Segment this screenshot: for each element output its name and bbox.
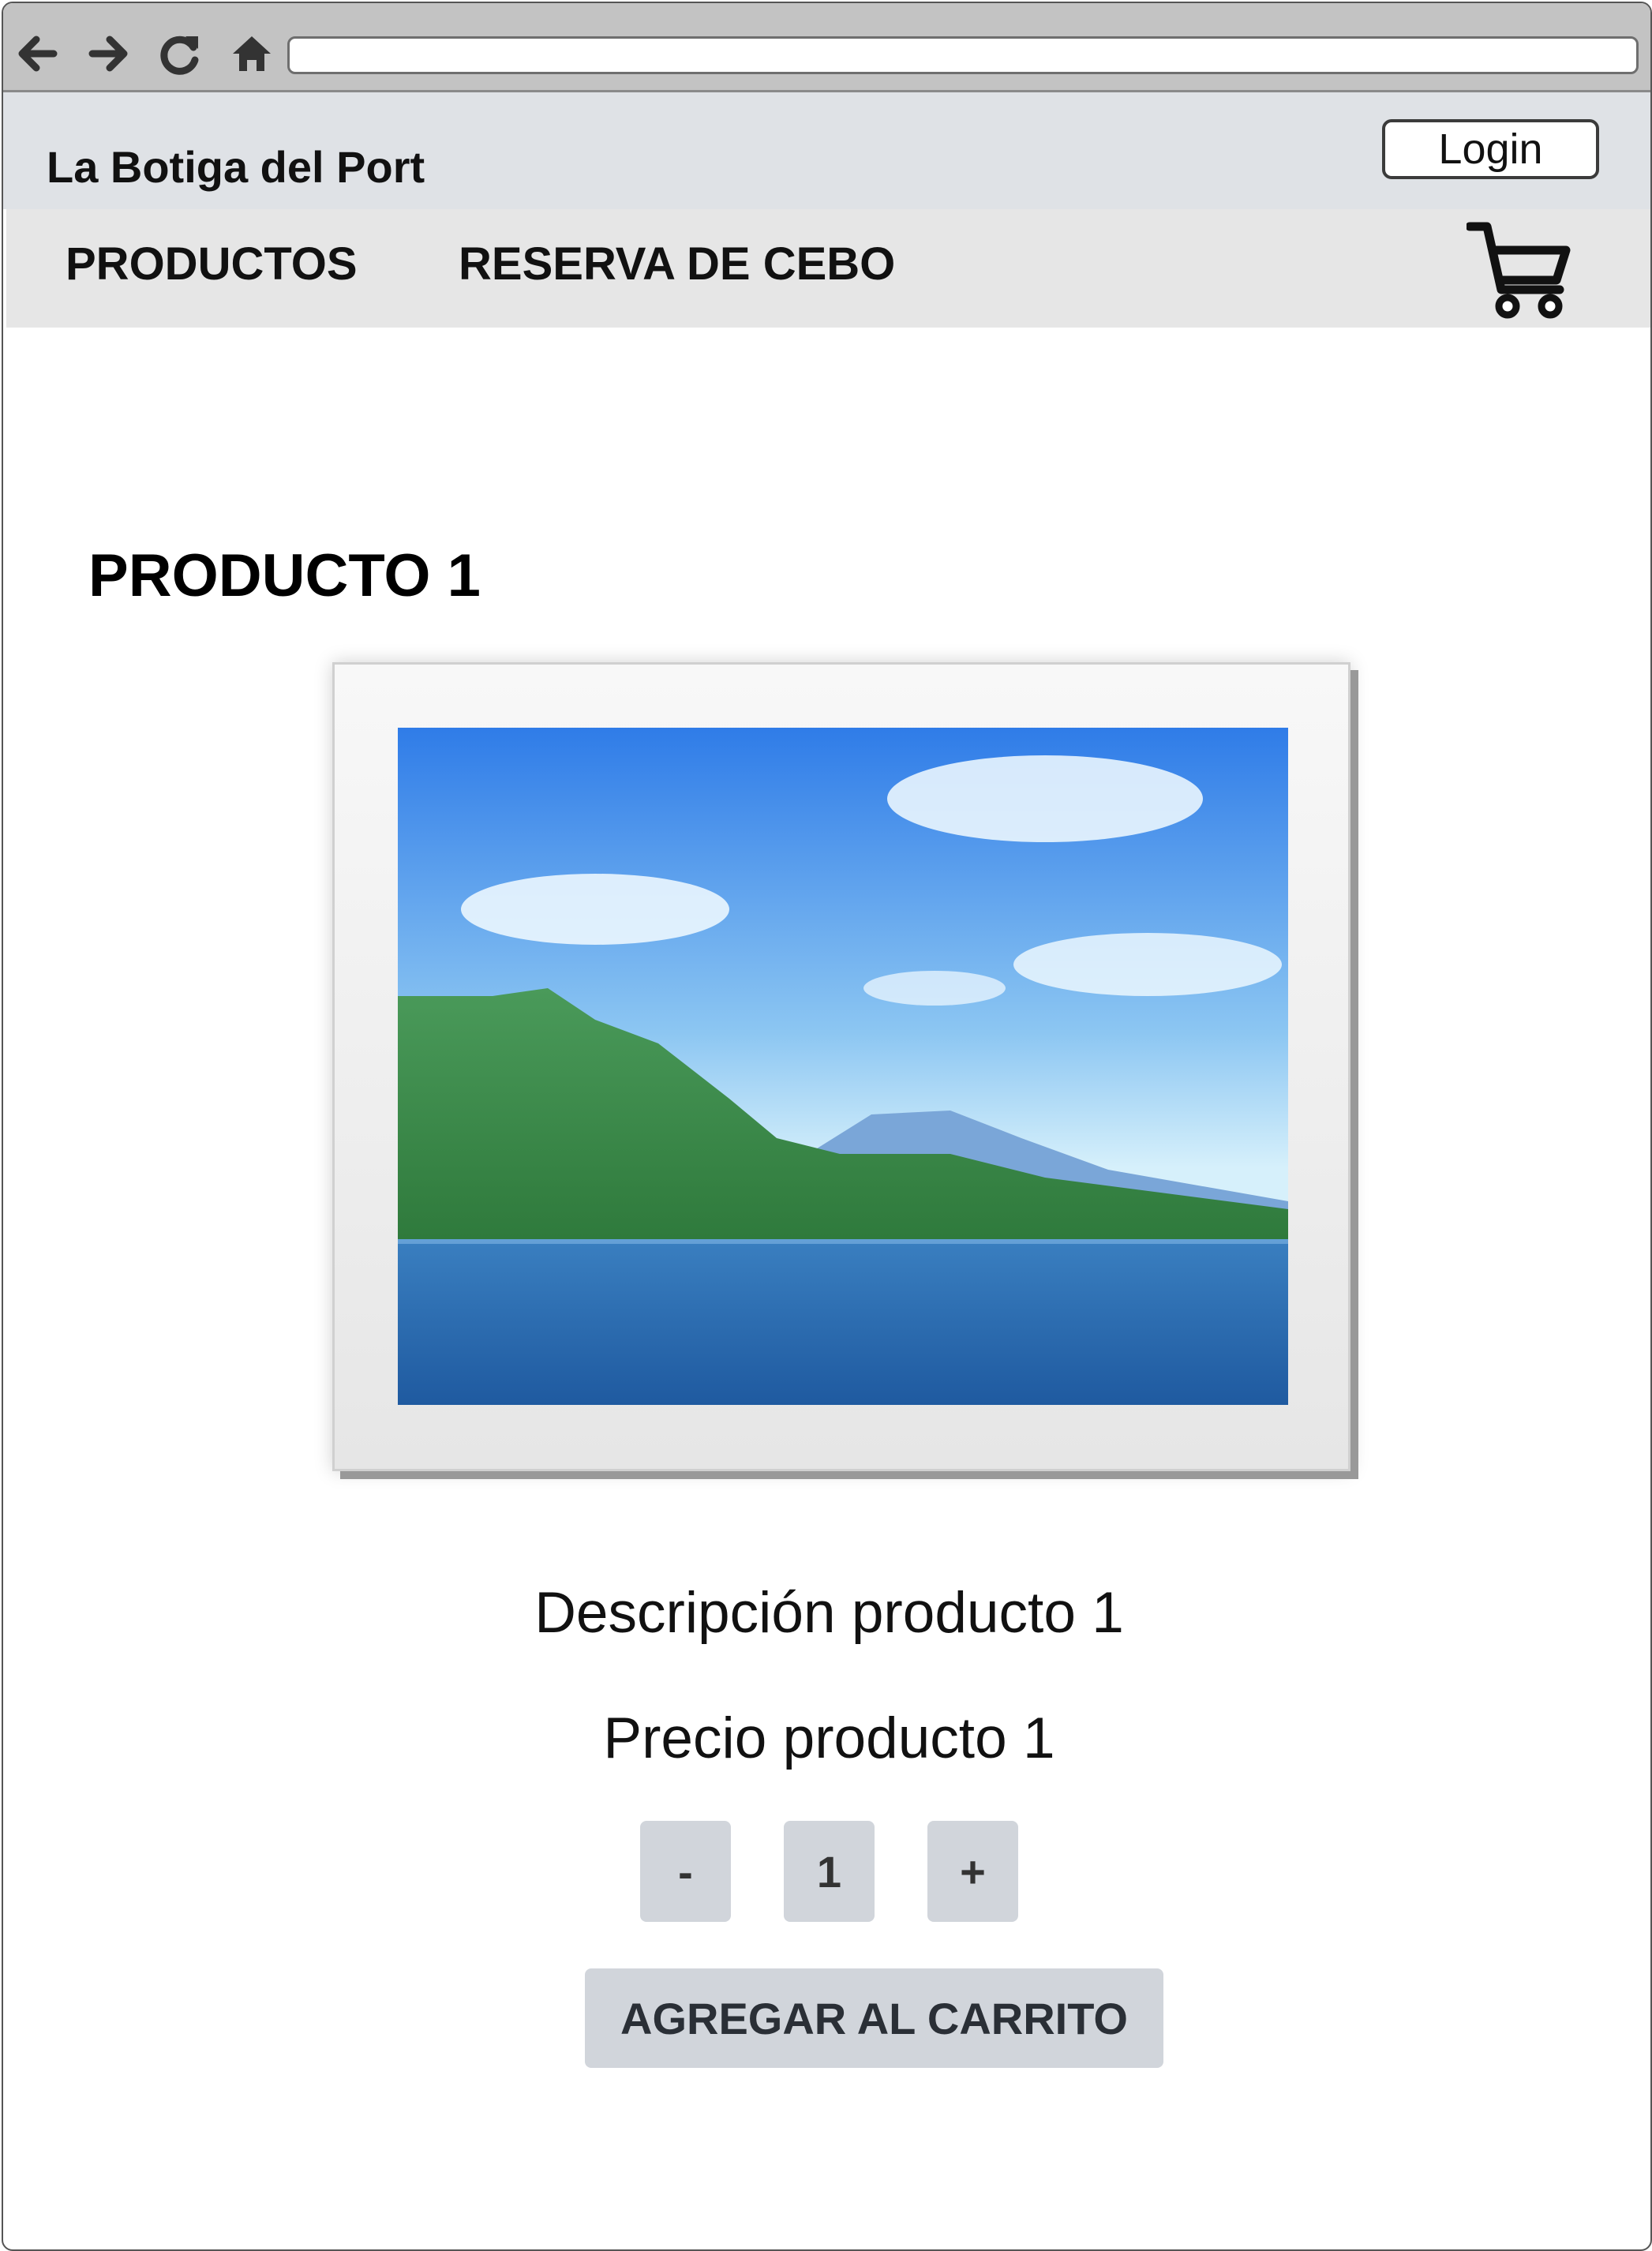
reload-icon[interactable] (157, 30, 204, 77)
nav-item-reserva-de-cebo[interactable]: RESERVA DE CEBO (459, 238, 895, 290)
product-title: PRODUCTO 1 (88, 542, 481, 609)
forward-arrow-icon[interactable] (86, 30, 133, 77)
cart-icon[interactable] (1467, 217, 1573, 320)
product-image (332, 662, 1350, 1471)
browser-window: La Botiga del Port Login PRODUCTOS RESER… (2, 2, 1652, 2251)
brand-name: La Botiga del Port (47, 142, 425, 192)
product-price: Precio producto 1 (603, 1706, 1055, 1770)
login-button[interactable]: Login (1382, 119, 1599, 179)
nav-item-productos[interactable]: PRODUCTOS (66, 238, 358, 290)
add-to-cart-button[interactable]: AGREGAR AL CARRITO (585, 1968, 1163, 2068)
landscape-image-placeholder (398, 728, 1288, 1405)
url-input[interactable] (287, 36, 1639, 74)
quantity-increment-button[interactable]: + (927, 1821, 1018, 1922)
product-description: Descripción producto 1 (534, 1581, 1124, 1645)
quantity-value[interactable]: 1 (784, 1821, 875, 1922)
back-arrow-icon[interactable] (13, 30, 60, 77)
site-header: La Botiga del Port Login (3, 92, 1650, 209)
browser-toolbar (3, 3, 1650, 92)
home-icon[interactable] (228, 30, 275, 77)
main-nav: PRODUCTOS RESERVA DE CEBO (6, 209, 1650, 328)
quantity-decrement-button[interactable]: - (640, 1821, 731, 1922)
